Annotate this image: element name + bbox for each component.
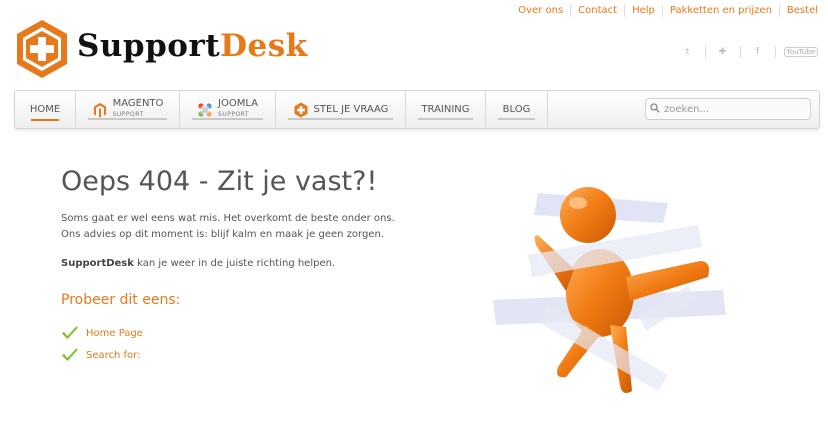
- nav-underline: [498, 118, 535, 120]
- divider: [704, 46, 706, 58]
- try-heading: Probeer dit eens:: [61, 292, 181, 308]
- top-link-contact[interactable]: Contact: [570, 5, 624, 17]
- google-plus-icon[interactable]: ✚: [714, 47, 732, 57]
- intro-text: Soms gaat er wel eens wat mis. Het overk…: [61, 211, 395, 243]
- home-page-link[interactable]: Home Page: [86, 328, 143, 339]
- intro-line-1: Soms gaat er wel eens wat mis. Het overk…: [61, 213, 395, 224]
- twitter-icon[interactable]: t: [679, 47, 697, 57]
- support-plus-icon: [294, 102, 308, 117]
- nav-underline: [192, 118, 263, 120]
- list-item[interactable]: Search for:: [61, 344, 143, 366]
- top-link-pakketten[interactable]: Pakketten en prijzen: [661, 5, 779, 17]
- nav-magento-label: MAGENTO: [112, 98, 164, 109]
- nav-underline: [31, 119, 59, 121]
- nav-training[interactable]: TRAINING: [406, 91, 486, 128]
- help-text: SupportDesk kan je weer in de juiste ric…: [61, 258, 335, 269]
- logo-hexagon-icon: [17, 20, 67, 78]
- nav-joomla-label: JOOMLA: [218, 98, 258, 109]
- joomla-icon: [198, 102, 212, 117]
- search-box[interactable]: [645, 98, 811, 120]
- search-input[interactable]: [664, 103, 794, 115]
- nav-underline: [88, 118, 167, 120]
- checkmark-icon: [62, 326, 78, 339]
- suggestion-list: Home Page Search for:: [61, 322, 143, 366]
- top-link-over-ons[interactable]: Over ons: [511, 5, 570, 17]
- list-item[interactable]: Home Page: [61, 322, 143, 344]
- nav-blog-label: BLOG: [502, 104, 531, 115]
- logo-wordmark: SupportDesk: [77, 28, 308, 64]
- divider: [774, 46, 776, 58]
- nav-home-label: HOME: [29, 104, 61, 115]
- nav-blog[interactable]: BLOG: [486, 91, 548, 128]
- nav-home[interactable]: HOME: [15, 91, 76, 128]
- nav-magento[interactable]: MAGENTO SUPPORT: [76, 91, 180, 128]
- main-nav: HOME MAGENTO SUPPORT JOOMLA SUPPORT STEL J…: [14, 90, 820, 129]
- top-link-help[interactable]: Help: [624, 5, 662, 17]
- nav-underline: [418, 118, 473, 120]
- checkmark-icon: [62, 348, 78, 361]
- nav-joomla[interactable]: JOOMLA SUPPORT: [180, 91, 276, 128]
- site-logo[interactable]: SupportDesk: [14, 18, 308, 80]
- divider: [739, 46, 741, 58]
- taped-figure-illustration: [493, 187, 726, 393]
- top-link-bestel[interactable]: Bestel: [778, 5, 818, 17]
- top-links: Over ons Contact Help Pakketten en prijz…: [511, 5, 818, 17]
- magento-icon: [93, 102, 106, 117]
- nav-underline: [288, 118, 393, 120]
- nav-training-label: TRAINING: [421, 104, 470, 115]
- intro-line-2: Ons advies op dit moment is: blijf kalm …: [61, 229, 384, 240]
- nav-ask-label: STEL JE VRAAG: [313, 104, 389, 115]
- brand-name: SupportDesk: [61, 258, 134, 269]
- facebook-icon[interactable]: f: [749, 47, 767, 57]
- search-icon[interactable]: [646, 102, 664, 116]
- help-text-rest: kan je weer in de juiste richting helpen…: [133, 258, 336, 269]
- nav-stel-je-vraag[interactable]: STEL JE VRAAG: [276, 91, 406, 128]
- youtube-icon[interactable]: YouTube: [783, 47, 818, 57]
- social-links: t ✚ f YouTube: [679, 46, 818, 58]
- page-title: Oeps 404 - Zit je vast?!: [61, 166, 378, 197]
- search-for-link[interactable]: Search for:: [86, 350, 140, 361]
